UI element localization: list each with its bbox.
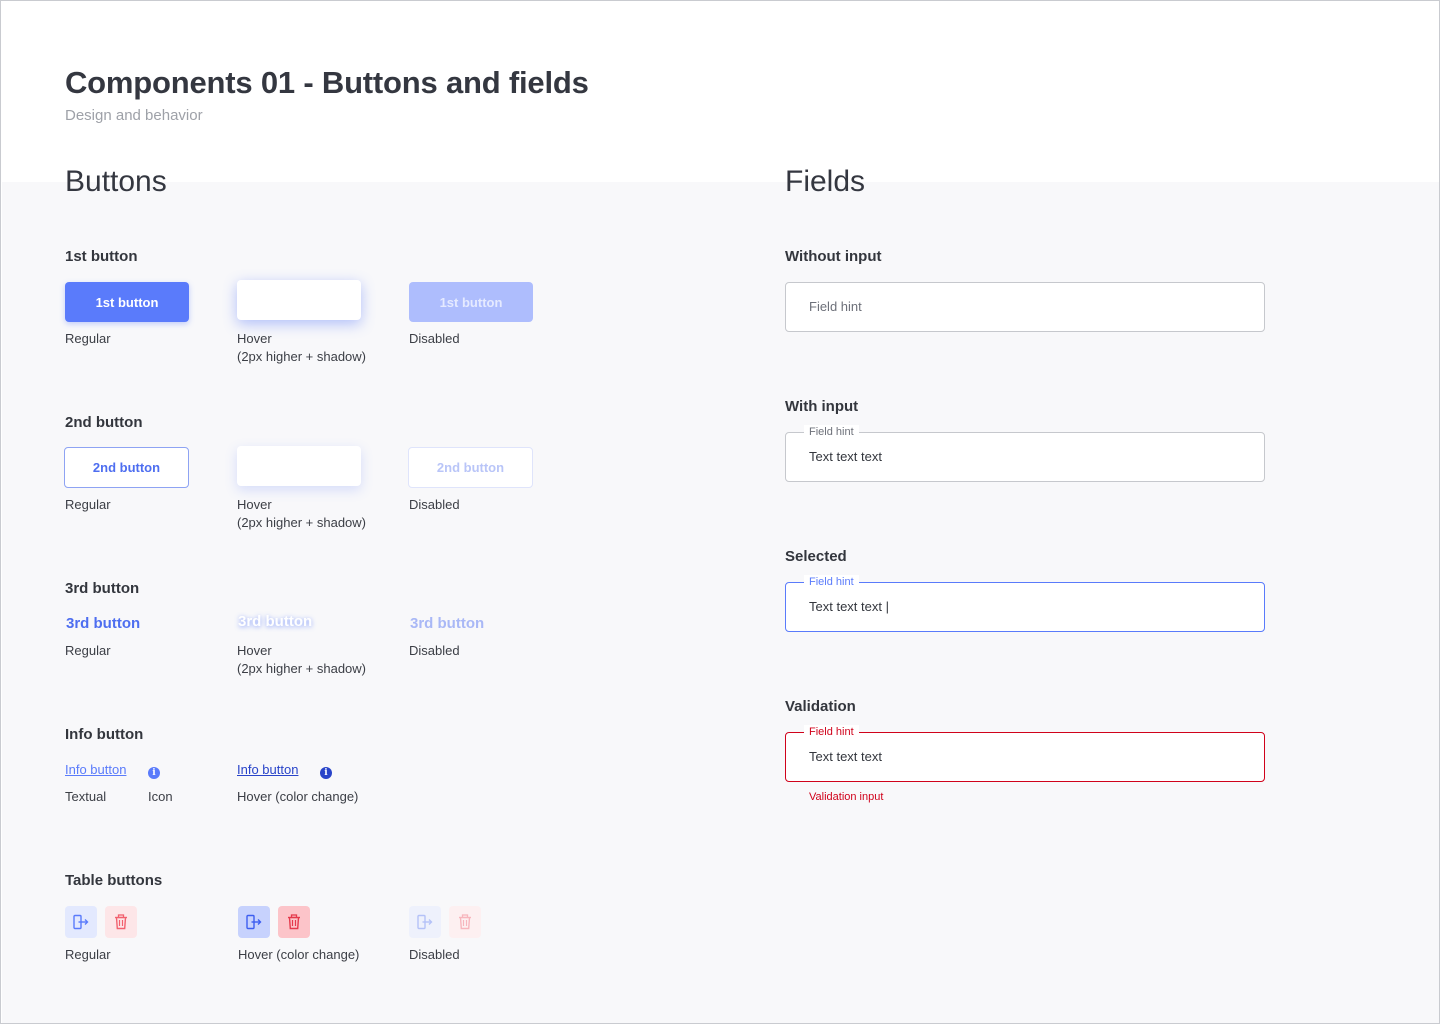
- caption-regular: Regular: [65, 331, 111, 346]
- caption-regular: Regular: [65, 947, 111, 962]
- trash-icon: [115, 914, 127, 930]
- caption-textual: Textual: [65, 789, 107, 804]
- third-button-regular[interactable]: 3rd button: [66, 615, 140, 632]
- first-button-group-label: 1st button: [65, 248, 138, 265]
- third-button-group-label: 3rd button: [65, 580, 140, 597]
- caption-disabled: Disabled: [409, 497, 460, 512]
- logout-icon: [73, 914, 89, 930]
- buttons-section-title: Buttons: [65, 165, 167, 198]
- table-buttons-group-label: Table buttons: [65, 872, 163, 889]
- first-button-regular[interactable]: 1st button: [65, 282, 189, 322]
- caption-hover-line1: Hover: [237, 497, 272, 512]
- trash-icon: [459, 914, 471, 930]
- table-logout-button-hover[interactable]: [238, 906, 270, 938]
- logout-icon: [417, 914, 433, 930]
- info-button-textual-hover[interactable]: Info button: [237, 762, 298, 777]
- caption-hover: Hover (2px higher + shadow): [237, 496, 366, 532]
- field-placeholder: Field hint: [809, 299, 862, 314]
- first-button-hover[interactable]: [237, 280, 361, 320]
- field-hint: Field hint: [804, 425, 859, 439]
- caption-hover-line2: (2px higher + shadow): [237, 515, 366, 530]
- trash-icon: [288, 914, 300, 930]
- info-button-group-label: Info button: [65, 726, 144, 743]
- second-button-regular[interactable]: 2nd button: [64, 447, 189, 488]
- caption-hover: Hover (2px higher + shadow): [237, 330, 366, 366]
- table-delete-button-disabled: [449, 906, 481, 938]
- first-button-disabled: 1st button: [409, 282, 533, 322]
- caption-hover-line2: (2px higher + shadow): [237, 661, 366, 676]
- second-button-group-label: 2nd button: [65, 414, 143, 431]
- table-delete-button-hover[interactable]: [278, 906, 310, 938]
- caption-icon: Icon: [148, 789, 173, 804]
- page-frame: Components 01 - Buttons and fields Desig…: [0, 0, 1440, 1024]
- second-button-disabled: 2nd button: [408, 447, 533, 488]
- info-button-textual[interactable]: Info button: [65, 762, 126, 777]
- field-value: Text text text: [809, 449, 882, 464]
- field-hint: Field hint: [804, 575, 859, 589]
- caption-hover-color-change: Hover (color change): [237, 789, 359, 804]
- info-icon[interactable]: i: [148, 767, 160, 779]
- caption-hover-line2: (2px higher + shadow): [237, 349, 366, 364]
- caption-regular: Regular: [65, 497, 111, 512]
- field-without-input[interactable]: Field hint: [785, 282, 1265, 332]
- caption-regular: Regular: [65, 643, 111, 658]
- logout-icon: [246, 914, 262, 930]
- validation-message: Validation input: [809, 791, 884, 803]
- field-with-input[interactable]: Field hint Text text text: [785, 425, 1265, 482]
- caption-hover-line1: Hover: [237, 643, 272, 658]
- page-title: Components 01 - Buttons and fields: [65, 65, 589, 100]
- caption-disabled: Disabled: [409, 947, 460, 962]
- caption-hover-line1: Hover: [237, 331, 272, 346]
- third-button-disabled: 3rd button: [410, 615, 485, 632]
- field-validation[interactable]: Field hint Text text text: [785, 725, 1265, 782]
- caption-disabled: Disabled: [409, 643, 460, 658]
- info-icon-hover[interactable]: i: [320, 767, 332, 779]
- without-input-label: Without input: [785, 248, 882, 265]
- caption-disabled: Disabled: [409, 331, 460, 346]
- caption-hover: Hover (2px higher + shadow): [237, 642, 366, 678]
- fields-section-title: Fields: [785, 165, 866, 198]
- with-input-label: With input: [785, 398, 859, 415]
- table-delete-button[interactable]: [105, 906, 137, 938]
- third-button-hover[interactable]: 3rd button: [238, 613, 312, 630]
- validation-label: Validation: [785, 698, 856, 715]
- field-value: Text text text: [809, 749, 882, 764]
- table-logout-button[interactable]: [65, 906, 97, 938]
- second-button-hover[interactable]: [237, 446, 361, 486]
- selected-label: Selected: [785, 548, 847, 565]
- field-hint: Field hint: [804, 725, 859, 739]
- page-subtitle: Design and behavior: [65, 107, 203, 124]
- table-logout-button-disabled: [409, 906, 441, 938]
- caption-hover-color-change: Hover (color change): [238, 947, 360, 962]
- field-value: Text text text |: [809, 599, 889, 614]
- field-selected[interactable]: Field hint Text text text |: [785, 575, 1265, 632]
